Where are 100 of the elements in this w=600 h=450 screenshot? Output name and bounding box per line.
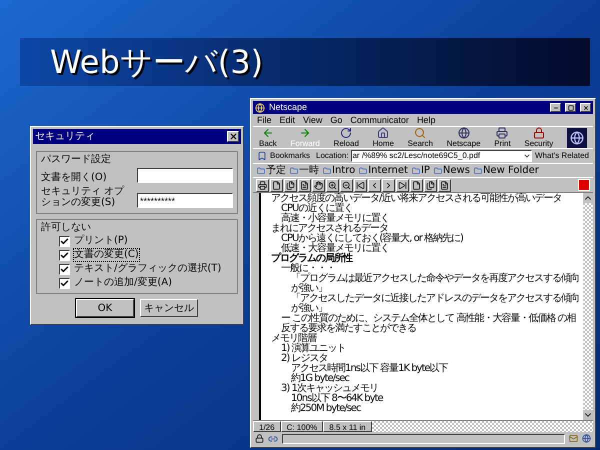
menu-item[interactable]: View	[303, 114, 322, 126]
document-line: メモリ階層	[271, 334, 316, 344]
document-line: 3) 1次キャッシュメモリ	[281, 384, 378, 394]
document-line: ー この性質のために、システム全体として 高性能・大容量・低価格 の相反する要求を満たすことができる	[281, 314, 577, 334]
dialog-button[interactable]: OK	[76, 299, 134, 317]
checkbox[interactable]	[59, 250, 70, 260]
menu-item[interactable]: Communicator	[350, 114, 409, 126]
folder-icon	[290, 166, 298, 174]
group-label: 許可しない	[41, 222, 92, 233]
personal-toolbar-item[interactable]: 予定	[257, 165, 286, 176]
folder-icon	[257, 166, 265, 174]
field-label: 文書を開く(O)	[41, 172, 108, 183]
bookmarks-button[interactable]: Bookmarks	[270, 150, 310, 162]
checkbox[interactable]	[59, 278, 70, 288]
page-tool[interactable]	[270, 178, 283, 192]
menu-item[interactable]: Help	[416, 114, 436, 126]
next-page-tool[interactable]	[382, 178, 395, 192]
zoom-in-tool[interactable]	[326, 178, 339, 192]
group-label: パスワード設定	[41, 154, 112, 165]
scroll-up-icon	[583, 193, 593, 203]
checkbox[interactable]	[59, 236, 70, 246]
document-line: 約250M byte/sec	[291, 404, 362, 414]
password-field[interactable]	[137, 168, 233, 183]
vertical-scrollbar[interactable]	[583, 193, 593, 420]
horizontal-scrollbar[interactable]	[372, 421, 593, 432]
menu-item[interactable]: Edit	[280, 114, 296, 126]
facing-tool[interactable]	[438, 178, 451, 192]
document-tool[interactable]	[298, 178, 311, 192]
related-button[interactable]: What's Related	[535, 150, 589, 162]
continuous-tool[interactable]	[424, 178, 437, 192]
folder-icon	[434, 166, 442, 174]
home-icon	[377, 127, 390, 139]
first-page-icon	[356, 180, 365, 190]
close-button[interactable]	[227, 131, 239, 142]
connection-icon	[268, 434, 278, 444]
status-tab[interactable]: 8.5 x 11 in	[323, 421, 372, 432]
toolbar-button[interactable]: Print	[494, 127, 511, 148]
toolbar-button[interactable]: Netscape	[446, 127, 481, 148]
thumbnails-icon	[286, 180, 295, 190]
status-tab[interactable]: C: 100%	[280, 421, 324, 432]
personal-toolbar-item[interactable]: IP	[412, 165, 430, 176]
toolbar-button[interactable]: Reload	[334, 127, 359, 148]
status-tab[interactable]: 1/26	[253, 421, 281, 432]
continuous-icon	[426, 180, 435, 190]
last-page-icon	[398, 180, 407, 190]
field-label: セキュリティ オプションの変更(S)	[41, 186, 126, 208]
maximize-icon	[568, 104, 574, 110]
scroll-down-icon	[583, 410, 593, 420]
single-page-icon	[412, 180, 421, 190]
location-field[interactable]: ar /%89% sc2/Lesc/note69C5_0.pdf	[351, 150, 532, 162]
personal-toolbar-item[interactable]: New Folder	[474, 165, 539, 176]
printer-icon	[496, 127, 508, 139]
checkbox-label: テキスト/グラフィックの選択(T)	[74, 263, 222, 275]
document-line: 高速・小容量メモリに置く	[281, 214, 390, 224]
print-tool[interactable]	[256, 178, 269, 192]
close-icon	[228, 132, 238, 141]
previous-page-icon	[370, 180, 379, 190]
document-line: CPUの近くに置く	[281, 204, 352, 214]
print-icon	[258, 180, 267, 190]
maximize-button[interactable]	[565, 103, 576, 112]
dropdown-icon	[523, 152, 531, 160]
toolbar-button[interactable]: Security	[524, 127, 554, 148]
dialog-button[interactable]: キャンセル	[140, 299, 198, 317]
checkbox-label: プリント(P)	[74, 235, 128, 247]
personal-toolbar-item[interactable]: 一時	[290, 165, 319, 176]
toolbar-button[interactable]: Back	[259, 127, 277, 148]
slide-title: Webサーバ(3)	[50, 42, 264, 83]
document-line: まれにアクセスされるデータ	[271, 224, 388, 234]
document-line: アクセス時間1ns以下 容量1K byte以下	[291, 364, 450, 374]
folder-icon	[412, 166, 420, 174]
document-line: 10ns以下 8〜64K byte	[291, 394, 384, 404]
folder-icon	[359, 166, 368, 174]
zoom-in-icon	[328, 180, 337, 190]
dialog-title: セキュリティ	[35, 130, 95, 144]
close-button[interactable]	[580, 103, 591, 112]
page-icon	[272, 180, 281, 190]
single-page-tool[interactable]	[410, 178, 423, 192]
menu-item[interactable]: File	[257, 114, 272, 126]
document-line: 2) レジスタ	[281, 354, 328, 364]
document-line: 一般に・・・	[281, 264, 335, 274]
toolbar-button[interactable]: Home	[372, 127, 394, 148]
document-line: 1) 演算ユニット	[281, 344, 346, 354]
personal-toolbar-item[interactable]: Internet	[359, 165, 408, 176]
toolbar-button[interactable]: Search	[408, 127, 434, 148]
zoom-out-tool[interactable]	[340, 178, 353, 192]
previous-page-tool[interactable]	[368, 178, 381, 192]
minimize-button[interactable]	[550, 103, 561, 112]
document-line: 「プログラムは最近アクセスした命令やデータを再度アクセスする傾向が強い」	[291, 274, 580, 294]
zoom-out-icon	[342, 180, 351, 190]
hand-tool[interactable]	[312, 178, 325, 192]
first-page-tool[interactable]	[354, 178, 367, 192]
menu-item[interactable]: Go	[330, 114, 342, 126]
last-page-tool[interactable]	[396, 178, 409, 192]
personal-toolbar-item[interactable]: News	[434, 165, 470, 176]
globe-icon	[458, 127, 470, 139]
thumbnails-tool[interactable]	[284, 178, 297, 192]
personal-toolbar-item[interactable]: Intro	[323, 165, 356, 176]
checkbox[interactable]	[59, 264, 70, 274]
password-field[interactable]: **********	[137, 193, 233, 208]
lock-icon	[255, 434, 264, 443]
